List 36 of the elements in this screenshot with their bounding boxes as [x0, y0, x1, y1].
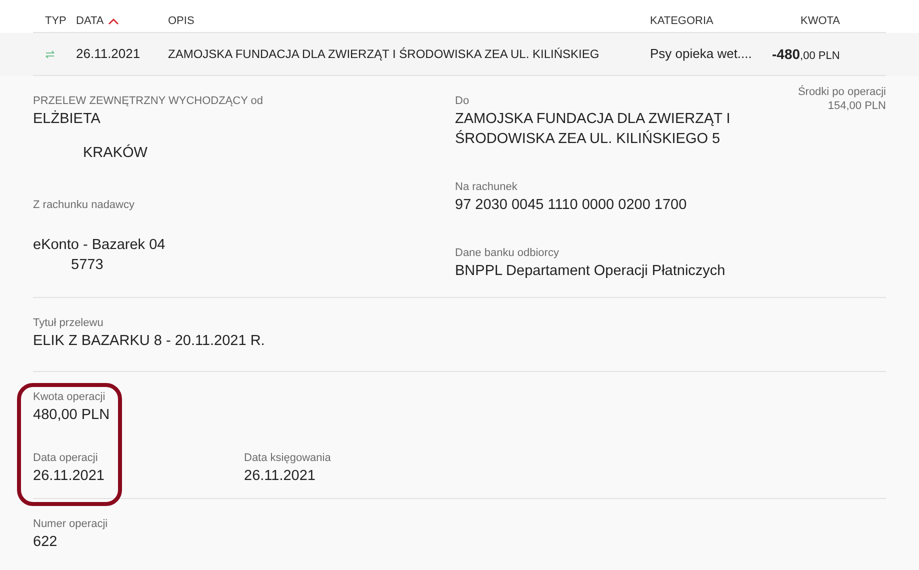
field-label: Środki po operacji [798, 85, 886, 99]
field-value: 97 2030 0045 1110 0000 0200 1700 [455, 196, 687, 215]
field-label: Do [455, 94, 470, 109]
field-value: ZAMOJSKA FUNDACJA DLA ZWIERZĄT I [455, 110, 730, 129]
sort-up-icon [108, 18, 119, 25]
column-header[interactable]: KWOTA [800, 13, 840, 30]
transfer-arrows-icon [45, 50, 55, 58]
field-value: ELIK Z BAZARKU 8 - 20.11.2021 R. [33, 332, 265, 351]
field-value: ŚRODOWISKA ZEA UL. KILIŃSKIEGO 5 [455, 129, 720, 149]
field-label: PRZELEW ZEWNĘTRZNY WYCHODZĄCY od [33, 94, 264, 109]
field-value: ELŻBIETA [33, 109, 100, 129]
field-label: Tytuł przelewu [33, 316, 104, 331]
table-cell-text: Psy opieka wet.... [650, 45, 753, 64]
column-header[interactable]: TYP [45, 13, 66, 30]
field-value: 480,00 PLN [33, 406, 110, 425]
field-value: eKonto - Bazarek 04 [33, 236, 166, 255]
column-header[interactable]: OPIS [168, 13, 194, 30]
field-label: Na rachunek [455, 180, 518, 195]
field-value: 26.11.2021 [244, 467, 316, 486]
field-label: Numer operacji [33, 517, 108, 532]
column-header[interactable]: KATEGORIA [650, 13, 714, 30]
balance-value: 154,00 PLN [828, 99, 886, 113]
table-cell-text: 26.11.2021 [76, 45, 142, 64]
amount-cell-text: -480,00 PLN [771, 44, 840, 64]
field-label: Data księgowania [244, 451, 331, 466]
field-label: Z rachunku nadawcy [33, 198, 134, 213]
field-value: 622 [33, 533, 58, 552]
field-label: Dane banku odbiorcy [455, 246, 559, 261]
column-header[interactable]: DATA [76, 13, 119, 30]
field-label: Kwota operacji [33, 390, 106, 405]
field-value: 26.11.2021 [33, 467, 104, 486]
field-value: BNPPL Departament Operacji Płatniczych [455, 262, 726, 281]
field-value: KRAKÓW [82, 143, 148, 163]
field-value: 5773 [70, 256, 104, 275]
field-label: Data operacji [33, 451, 98, 466]
table-cell-text: ZAMOJSKA FUNDACJA DLA ZWIERZĄT I ŚRODOWISKA ZEA UL. KILIŃSKIEG [168, 46, 600, 63]
